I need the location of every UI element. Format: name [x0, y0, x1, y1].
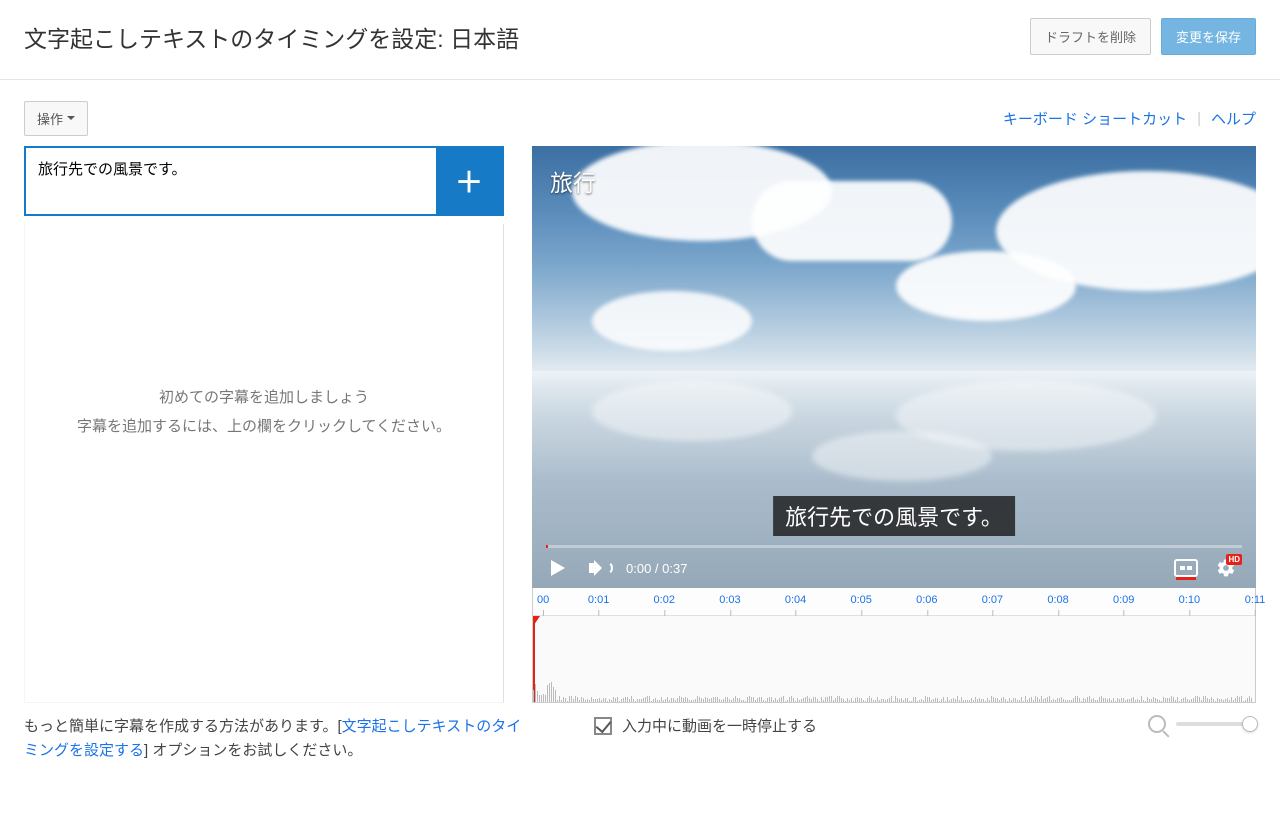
empty-message-line1: 初めての字幕を追加しましょう — [159, 384, 369, 413]
keyboard-shortcuts-link[interactable]: キーボード ショートカット — [1003, 108, 1187, 129]
page-title: 文字起こしテキストのタイミングを設定: 日本語 — [24, 20, 519, 54]
timeline-tick: 0:02 — [654, 594, 675, 606]
empty-message-line2: 字幕を追加するには、上の欄をクリックしてください。 — [77, 413, 451, 442]
help-link[interactable]: ヘルプ — [1211, 108, 1256, 129]
caption-input-row: ＋ — [24, 146, 504, 216]
footer-zoom-controls — [1148, 715, 1256, 733]
timeline[interactable]: 00 0:01 0:02 0:03 0:04 0:05 0:06 0:07 0:08 0:09 0:… — [532, 588, 1256, 703]
main-area: 操作 ＋ 初めての字幕を追加しましょう 字幕を追加するには、上の欄をクリックして… — [0, 80, 1280, 703]
tip-prefix: もっと簡単に字幕を作成する方法があります。[ — [24, 718, 342, 735]
save-changes-button[interactable]: 変更を保存 — [1161, 18, 1256, 55]
time-ruler[interactable]: 00 0:01 0:02 0:03 0:04 0:05 0:06 0:07 0:08 0:09 0:… — [533, 588, 1255, 616]
pause-while-typing-checkbox[interactable] — [594, 717, 612, 735]
footer-tip: もっと簡単に字幕を作成する方法があります。[文字起こしテキストのタイミングを設定… — [24, 715, 524, 763]
page-header: 文字起こしテキストのタイミングを設定: 日本語 ドラフトを削除 変更を保存 — [0, 0, 1280, 80]
waveform-bars — [533, 680, 1255, 702]
help-links: キーボード ショートカット | ヘルプ — [532, 100, 1256, 136]
plus-icon: ＋ — [455, 161, 483, 201]
hd-badge: HD — [1226, 554, 1242, 565]
play-button[interactable] — [546, 556, 570, 580]
zoom-slider[interactable] — [1176, 722, 1256, 726]
video-time-display: 0:00 / 0:37 — [626, 561, 687, 576]
timeline-tick: 0:01 — [588, 594, 609, 606]
tip-suffix: ] オプションをお試しください。 — [144, 742, 362, 759]
timeline-tick: 0:10 — [1179, 594, 1200, 606]
settings-button[interactable]: HD — [1216, 558, 1236, 578]
delete-draft-button[interactable]: ドラフトを削除 — [1030, 18, 1151, 55]
left-top-row: 操作 — [24, 100, 504, 136]
timeline-tick: 0:03 — [719, 594, 740, 606]
footer: もっと簡単に字幕を作成する方法があります。[文字起こしテキストのタイミングを設定… — [0, 703, 1280, 763]
timeline-tick: 0:08 — [1047, 594, 1068, 606]
video-scenery — [532, 151, 1256, 351]
play-icon — [551, 560, 565, 576]
timeline-tick: 00 — [537, 594, 549, 606]
caption-list-empty: 初めての字幕を追加しましょう 字幕を追加するには、上の欄をクリックしてください。 — [24, 224, 504, 703]
header-actions: ドラフトを削除 変更を保存 — [1030, 18, 1256, 55]
timeline-tick: 0:09 — [1113, 594, 1134, 606]
timeline-tick: 0:11 — [1245, 594, 1266, 606]
chevron-down-icon — [67, 116, 75, 120]
volume-button[interactable] — [586, 556, 610, 580]
player-controls: 0:00 / 0:37 HD — [532, 548, 1256, 588]
left-pane: 操作 ＋ 初めての字幕を追加しましょう 字幕を追加するには、上の欄をクリックして… — [24, 100, 504, 703]
time-current: 0:00 — [626, 561, 651, 576]
video-title-overlay: 旅行 — [550, 164, 596, 198]
pause-while-typing-label: 入力中に動画を一時停止する — [622, 715, 817, 736]
actions-dropdown-button[interactable]: 操作 — [24, 101, 88, 136]
caption-text-input[interactable] — [26, 148, 436, 214]
waveform-area[interactable] — [533, 616, 1255, 702]
zoom-slider-thumb[interactable] — [1242, 716, 1258, 732]
volume-icon — [589, 559, 607, 577]
timeline-tick: 0:06 — [916, 594, 937, 606]
video-player[interactable]: 旅行 旅行先での風景です。 0:00 / 0:37 HD — [532, 146, 1256, 588]
timeline-tick: 0:04 — [785, 594, 806, 606]
zoom-icon[interactable] — [1148, 715, 1166, 733]
footer-center: 入力中に動画を一時停止する — [564, 715, 1108, 736]
actions-label: 操作 — [37, 109, 63, 128]
right-pane: キーボード ショートカット | ヘルプ 旅行 旅行先での風景です。 — [532, 100, 1256, 703]
time-total: 0:37 — [662, 561, 687, 576]
timeline-tick: 0:05 — [850, 594, 871, 606]
add-caption-button[interactable]: ＋ — [436, 148, 502, 214]
link-separator: | — [1197, 110, 1201, 127]
timeline-tick: 0:07 — [982, 594, 1003, 606]
subtitles-button[interactable] — [1174, 559, 1198, 577]
video-caption-overlay: 旅行先での風景です。 — [773, 496, 1015, 536]
